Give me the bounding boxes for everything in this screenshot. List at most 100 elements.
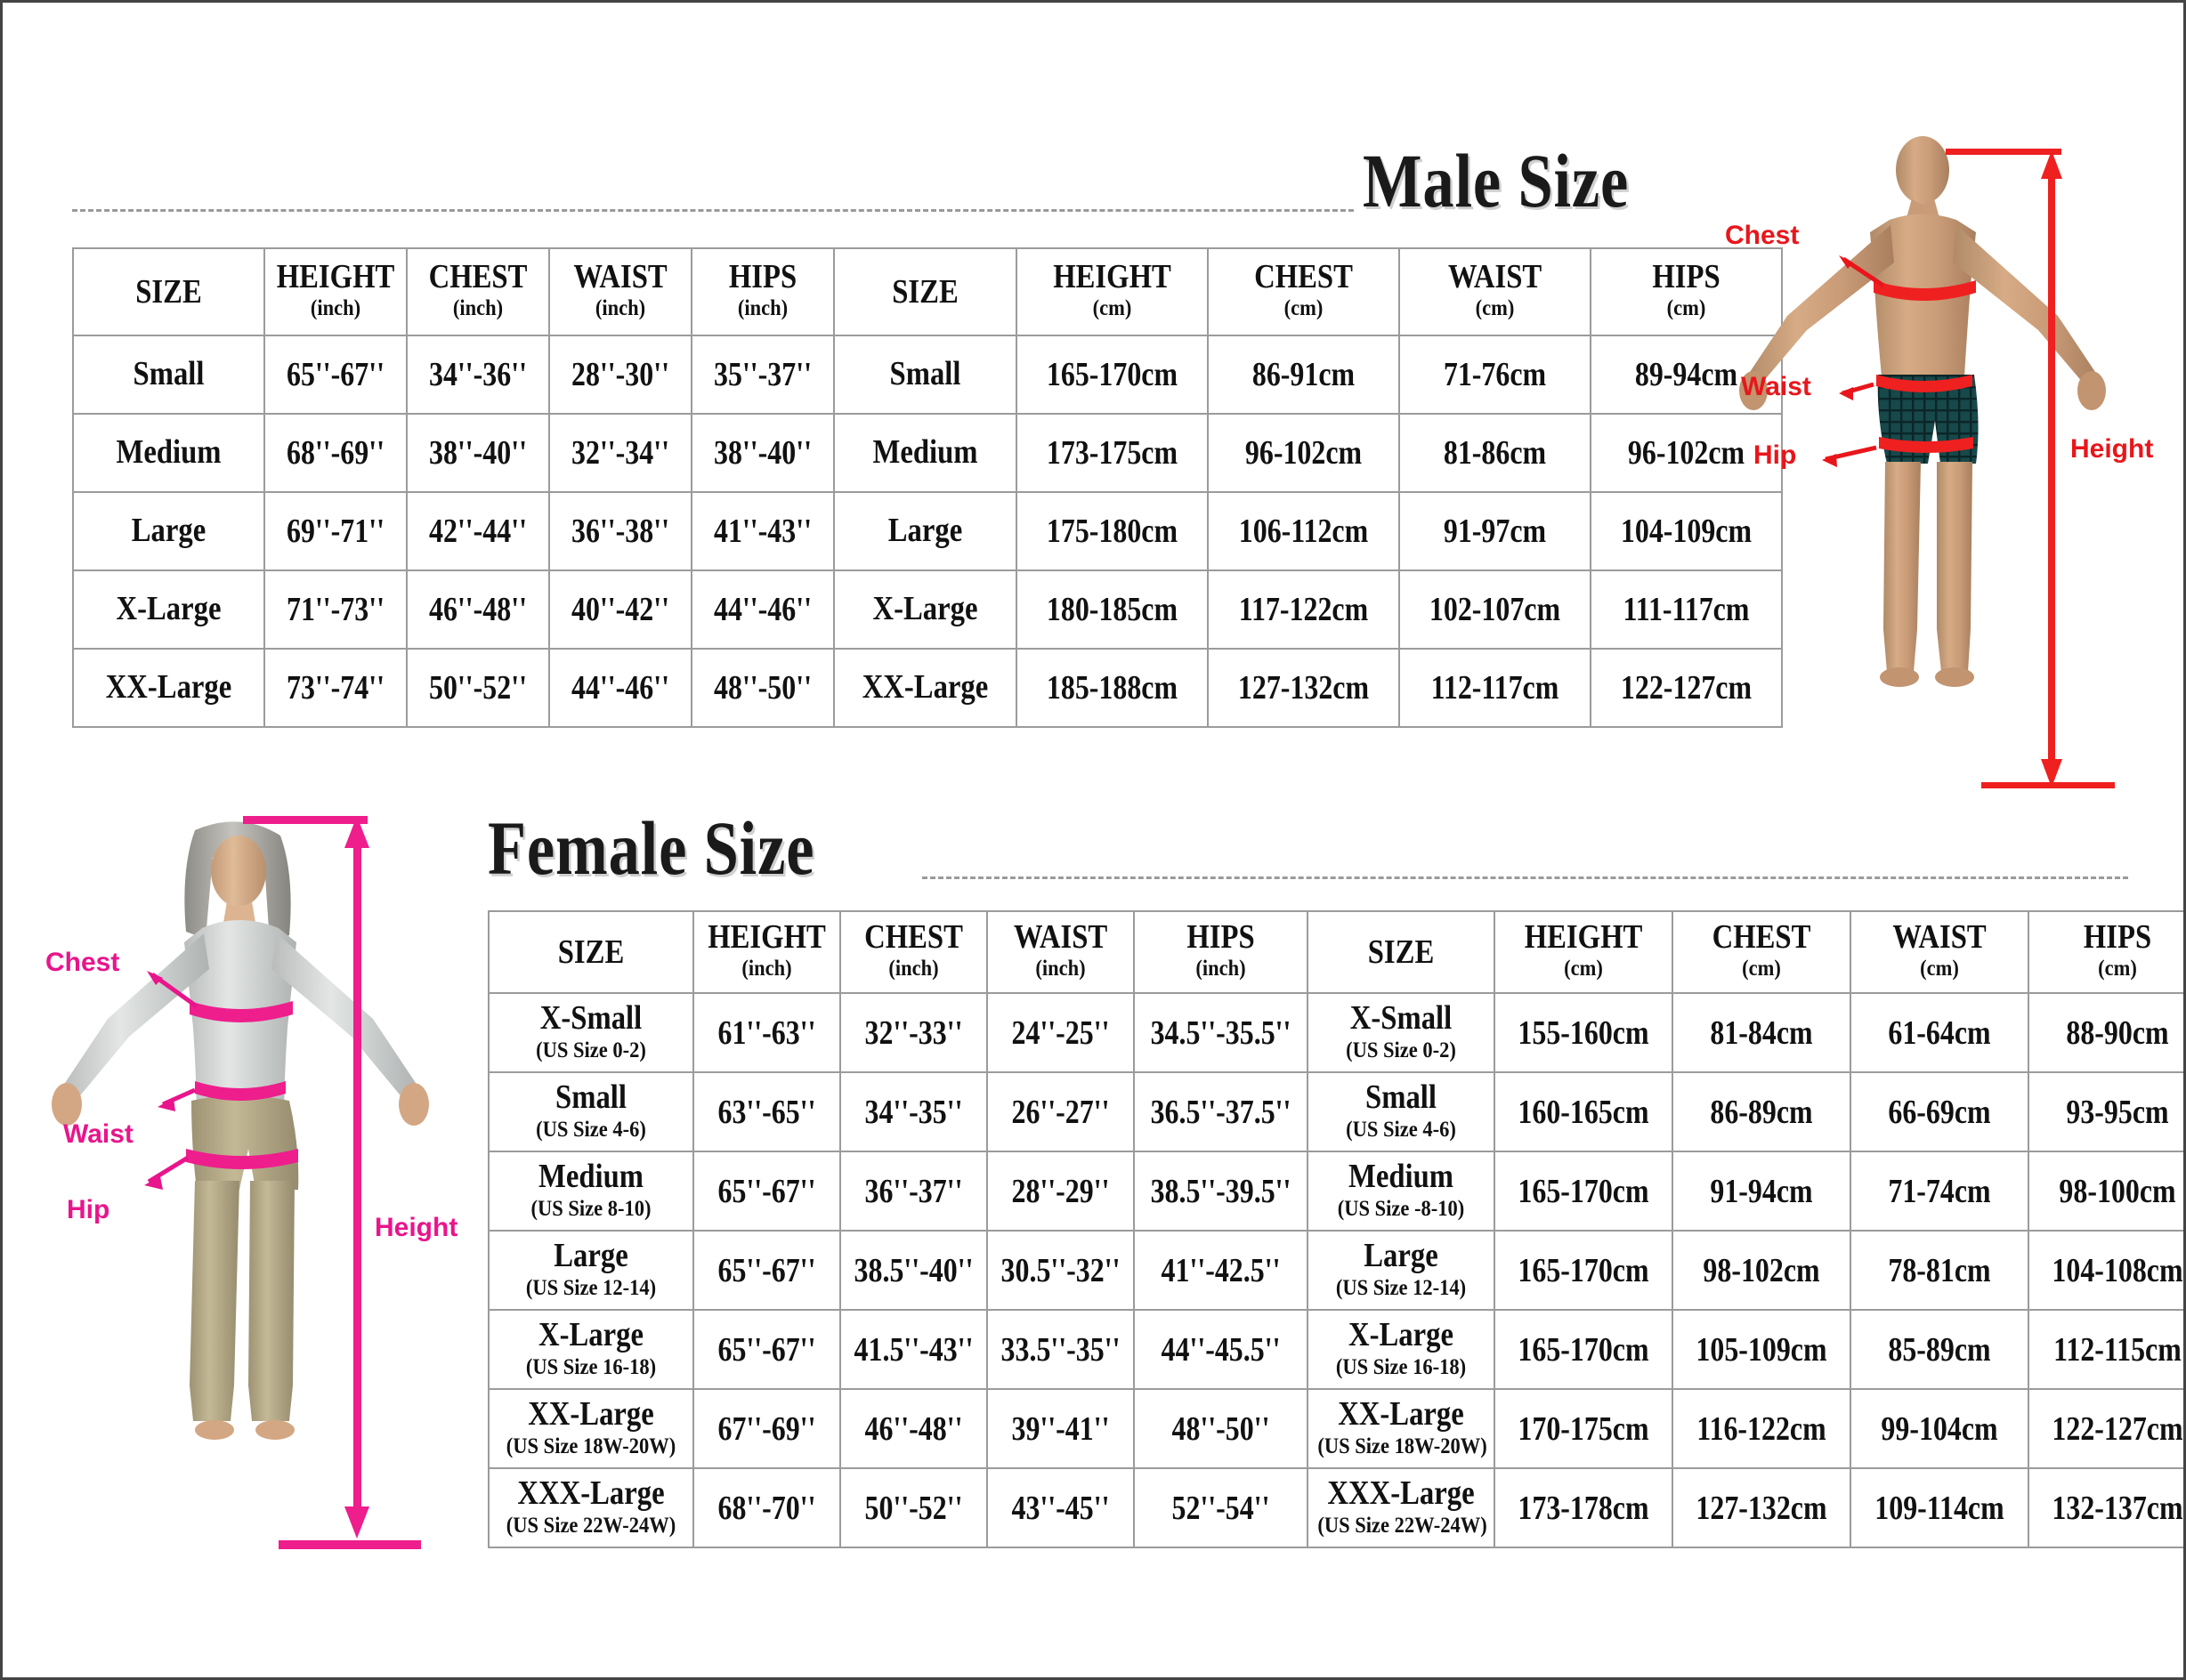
cell-chest-cm: 91-94cm: [1672, 1151, 1851, 1232]
cell-size-inch: Large: [72, 491, 265, 571]
cell-text: 165-170cm: [1518, 1251, 1649, 1289]
cell-subtext: (US Size 16-18): [525, 1354, 657, 1379]
cell-text: 66-69cm: [1888, 1093, 1991, 1131]
female-height-line: [353, 830, 361, 1524]
cell-text: 48''-50'': [1171, 1409, 1270, 1448]
cell-text: 69''-71'': [287, 513, 385, 550]
cell-text: Medium: [116, 433, 222, 472]
cell-text: 78-81cm: [1888, 1251, 1991, 1289]
cell-text: 127-132cm: [1237, 669, 1370, 707]
size-chart-page: Male Size SIZE HEIGHT (inch) CHEST (inch…: [0, 0, 2186, 1680]
cell-waist-inch: 39''-41'': [986, 1388, 1135, 1469]
female-head: [211, 836, 266, 907]
cell-subtext: (US Size 0-2): [536, 1038, 646, 1062]
cell-text: Small: [555, 1078, 627, 1116]
cell-text: 44''-46'': [714, 591, 812, 628]
cell-text: 36.5''-37.5'': [1150, 1093, 1291, 1131]
cell-chest-cm: 105-109cm: [1672, 1309, 1851, 1390]
cell-text: 112-117cm: [1430, 669, 1559, 707]
cell-subtext: (US Size 0-2): [1346, 1038, 1456, 1062]
cell-text: 40''-42'': [571, 591, 669, 628]
cell-text: 122-127cm: [2052, 1409, 2183, 1448]
table-row: Small (US Size 4-6) 63''-65'' 34''-35'' …: [488, 1071, 2183, 1152]
cell-text: 85-89cm: [1888, 1330, 1991, 1369]
cell-height-inch: 68''-69'': [263, 413, 408, 493]
cell-chest-inch: 34''-36'': [406, 335, 550, 415]
cell-hips-cm: 112-115cm: [2028, 1309, 2183, 1390]
col-title: SIZE: [1367, 933, 1435, 971]
male-col-chest-cm: CHEST (cm): [1207, 247, 1400, 336]
cell-text: 50''-52'': [429, 669, 527, 707]
cell-height-cm: 173-175cm: [1016, 413, 1209, 493]
col-unit: (cm): [2098, 957, 2137, 981]
cell-text: 155-160cm: [1518, 1014, 1649, 1052]
cell-text: 44''-45.5'': [1161, 1330, 1281, 1369]
cell-text: 160-165cm: [1518, 1093, 1649, 1131]
male-waist-arrowhead: [1839, 387, 1853, 400]
cell-text: 26''-27'': [1011, 1093, 1110, 1131]
cell-text: 99-104cm: [1881, 1409, 1998, 1448]
female-col-height-inch: HEIGHT (inch): [692, 910, 841, 994]
cell-height-cm: 165-170cm: [1016, 335, 1209, 415]
cell-text: 41.5''-43'': [854, 1330, 974, 1369]
cell-chest-inch: 32''-33'': [839, 992, 988, 1073]
table-row: Large (US Size 12-14) 65''-67'' 38.5''-4…: [488, 1230, 2183, 1311]
female-table-header-row: SIZE HEIGHT (inch) CHEST (inch) WAIST (i…: [488, 910, 2183, 994]
cell-size-cm: XXX-Large (US Size 22W-24W): [1307, 1467, 1495, 1548]
male-height-label: Height: [2070, 434, 2154, 464]
cell-text: 67''-69'': [717, 1409, 816, 1448]
male-waist-label: Waist: [1741, 372, 1811, 401]
cell-waist-inch: 24''-25'': [986, 992, 1135, 1073]
cell-text: 65''-67'': [717, 1251, 816, 1289]
cell-text: 38''-40'': [714, 434, 812, 472]
col-unit: (inch): [888, 957, 939, 981]
male-height-top-bar: [1946, 149, 2061, 155]
cell-waist-inch: 32''-34'': [548, 413, 692, 493]
cell-subtext: (US Size 18W-20W): [506, 1434, 676, 1458]
cell-height-cm: 155-160cm: [1494, 992, 1673, 1073]
cell-size-cm: Medium: [833, 413, 1017, 493]
cell-text: XX-Large: [862, 668, 989, 707]
cell-text: X-Small: [539, 998, 643, 1037]
male-height-line: [2048, 161, 2055, 775]
col-title: WAIST: [1013, 918, 1108, 957]
col-title: SIZE: [557, 933, 625, 971]
female-figure-svg: [52, 816, 429, 1549]
cell-text: Large: [887, 512, 963, 550]
cell-size-inch: X-Small (US Size 0-2): [488, 992, 694, 1073]
cell-text: 48''-50'': [714, 669, 812, 707]
male-right-leg: [1937, 462, 1972, 672]
col-title: HEIGHT: [708, 918, 826, 957]
cell-text: 42''-44'': [429, 513, 527, 550]
cell-chest-cm: 117-122cm: [1207, 569, 1400, 650]
cell-text: 68''-70'': [717, 1489, 816, 1527]
cell-text: 102-107cm: [1429, 591, 1561, 628]
col-title: CHEST: [428, 258, 528, 296]
cell-text: 65''-67'': [287, 356, 385, 393]
cell-hips-inch: 48''-50'': [1133, 1388, 1308, 1469]
cell-hips-inch: 36.5''-37.5'': [1133, 1071, 1308, 1152]
cell-text: 24''-25'': [1011, 1014, 1110, 1052]
cell-text: 65''-67'': [717, 1172, 816, 1210]
cell-text: Small: [1365, 1078, 1437, 1116]
female-col-chest-inch: CHEST (inch): [839, 910, 988, 994]
female-col-size-inch: SIZE: [488, 910, 694, 994]
cell-height-inch: 65''-67'': [692, 1151, 841, 1232]
cell-chest-cm: 81-84cm: [1672, 992, 1851, 1073]
col-title: CHEST: [864, 918, 963, 957]
col-unit: (cm): [1742, 957, 1781, 981]
cell-hips-inch: 48''-50'': [691, 648, 835, 728]
col-title: HIPS: [1186, 918, 1255, 957]
male-right-foot: [1935, 667, 1974, 687]
cell-height-inch: 61''-63'': [692, 992, 841, 1073]
cell-text: 44''-46'': [571, 669, 669, 707]
male-col-size-cm: SIZE: [833, 247, 1017, 336]
table-row: Small 65''-67'' 34''-36'' 28''-30'' 35''…: [72, 335, 1783, 415]
cell-size-cm: Small: [833, 335, 1017, 415]
cell-text: 38.5''-39.5'': [1150, 1172, 1291, 1210]
cell-hips-inch: 41''-43'': [691, 491, 835, 571]
female-pants-hip: [191, 1095, 299, 1190]
cell-waist-cm: 71-74cm: [1850, 1151, 2029, 1232]
col-unit: (inch): [1035, 957, 1086, 981]
male-hip-arrowhead: [1822, 454, 1837, 467]
